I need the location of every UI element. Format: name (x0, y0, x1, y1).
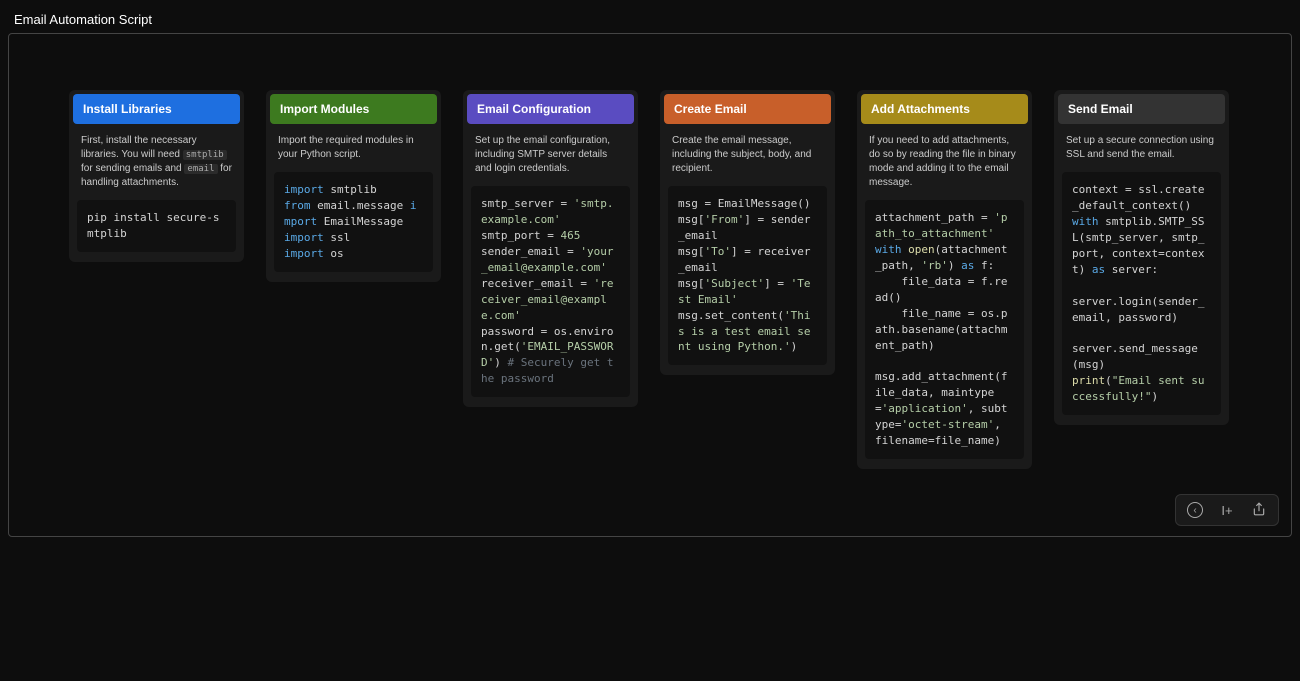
card: Import ModulesImport the required module… (266, 90, 441, 282)
card-description: Import the required modules in your Pyth… (270, 124, 437, 172)
card-description: First, install the necessary libraries. … (73, 124, 240, 200)
step-button[interactable]: I+ (1216, 499, 1238, 521)
card: Add AttachmentsIf you need to add attach… (857, 90, 1032, 469)
code-block: import smtplib from email.message import… (274, 172, 433, 272)
card-row: Install LibrariesFirst, install the nece… (9, 90, 1291, 469)
card-header: Install Libraries (73, 94, 240, 124)
code-block: pip install secure-smtplib (77, 200, 236, 252)
card: Email ConfigurationSet up the email conf… (463, 90, 638, 407)
code-block: context = ssl.create_default_context() w… (1062, 172, 1221, 415)
share-button[interactable] (1248, 499, 1270, 521)
back-button[interactable]: ‹ (1184, 499, 1206, 521)
card-header: Import Modules (270, 94, 437, 124)
chevron-left-icon: ‹ (1187, 502, 1203, 518)
card-description: Set up the email configuration, includin… (467, 124, 634, 186)
card-header: Email Configuration (467, 94, 634, 124)
main-panel: Install LibrariesFirst, install the nece… (8, 33, 1292, 537)
share-icon (1252, 502, 1266, 519)
card: Install LibrariesFirst, install the nece… (69, 90, 244, 262)
code-block: msg = EmailMessage() msg['From'] = sende… (668, 186, 827, 365)
card-header: Add Attachments (861, 94, 1028, 124)
bottom-toolbar: ‹ I+ (1175, 494, 1279, 526)
code-block: attachment_path = 'path_to_attachment' w… (865, 200, 1024, 459)
code-block: smtp_server = 'smtp.example.com' smtp_po… (471, 186, 630, 397)
card-description: Set up a secure connection using SSL and… (1058, 124, 1225, 172)
card: Send EmailSet up a secure connection usi… (1054, 90, 1229, 425)
page-title: Email Automation Script (0, 0, 1300, 27)
card: Create EmailCreate the email message, in… (660, 90, 835, 375)
card-description: Create the email message, including the … (664, 124, 831, 186)
card-header: Send Email (1058, 94, 1225, 124)
card-description: If you need to add attachments, do so by… (861, 124, 1028, 200)
card-header: Create Email (664, 94, 831, 124)
